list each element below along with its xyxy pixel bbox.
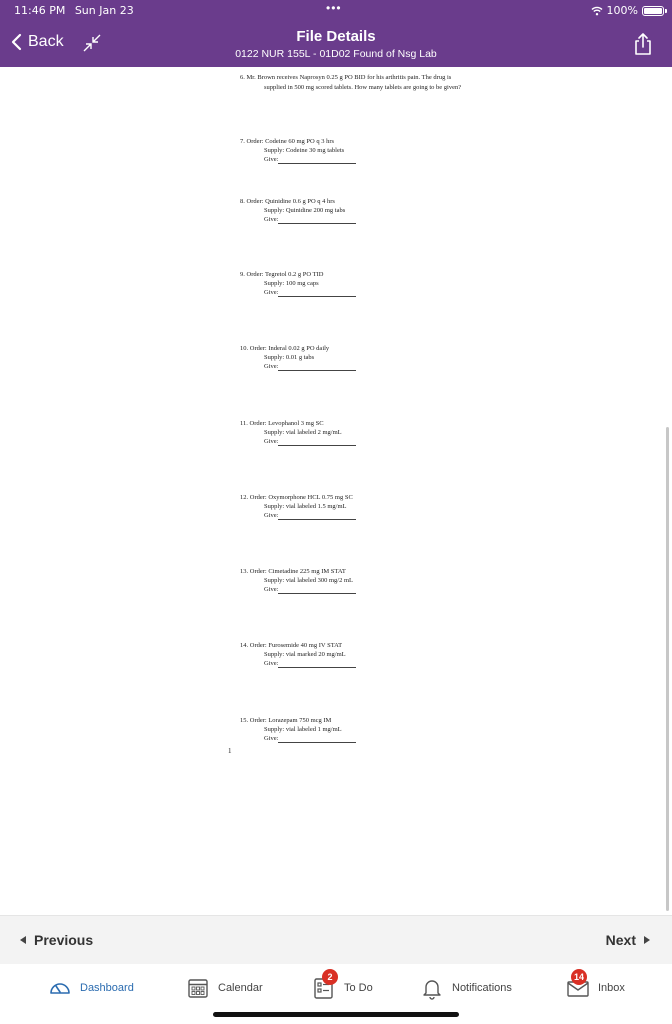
question-supply: Supply: vial marked 20 mg/mL	[264, 651, 346, 658]
status-time: 11:46 PM Sun Jan 23	[14, 4, 134, 17]
question-order: 9. Order: Tegretol 0.2 g PO TID	[240, 271, 324, 278]
answer-blank	[278, 513, 357, 520]
question-10: 10. Order: Inderal 0.02 g PO daily Suppl…	[240, 344, 357, 371]
question-give: Give:	[264, 512, 279, 519]
previous-button[interactable]: Previous	[20, 932, 93, 948]
question-give: Give:	[264, 363, 279, 370]
question-give: Give:	[264, 438, 279, 445]
question-15: 15. Order: Lorazepam 750 mcg IM Supply: …	[240, 716, 357, 743]
caret-left-icon	[20, 936, 26, 944]
previous-label: Previous	[34, 932, 94, 948]
question-13: 13. Order: Cimetadine 225 mg IM STAT Sup…	[240, 567, 357, 594]
multitasking-dots-icon[interactable]: •••	[326, 1, 342, 15]
answer-blank	[278, 290, 357, 297]
share-icon[interactable]	[632, 32, 654, 56]
question-order: 10. Order: Inderal 0.02 g PO daily	[240, 345, 330, 352]
tab-todo[interactable]: To Do 2	[312, 969, 373, 1000]
question-give: Give:	[264, 289, 279, 296]
question-order: 15. Order: Lorazepam 750 mcg IM	[240, 717, 332, 724]
tab-label: To Do	[344, 982, 373, 994]
status-indicators: 100%	[591, 4, 667, 17]
status-clock: 11:46 PM	[14, 4, 66, 17]
dashboard-gauge-icon	[50, 983, 70, 994]
question-supply: Supply: vial labeled 1 mg/mL	[264, 726, 342, 733]
question-supply: Supply: vial labeled 1.5 mg/mL	[264, 503, 347, 510]
question-supply: Supply: Codeine 30 mg tablets	[264, 147, 345, 154]
answer-blank	[278, 736, 357, 743]
question-11: 11. Order: Levophanol 3 mg SC Supply: vi…	[240, 419, 357, 446]
question-12: 12. Order: Oxymorphone HCL 0.75 mg SC Su…	[240, 493, 357, 520]
question-order: 12. Order: Oxymorphone HCL 0.75 mg SC	[240, 494, 353, 501]
answer-blank	[278, 587, 357, 594]
question-order: 14. Order: Furosemide 40 mg IV STAT	[240, 642, 343, 649]
question-7: 7. Order: Codeine 60 mg PO q 3 hrs Suppl…	[240, 137, 357, 164]
top-app-bar: 11:46 PM Sun Jan 23 ••• 100% Back File D…	[0, 0, 672, 67]
question-order: 11. Order: Levophanol 3 mg SC	[240, 420, 324, 427]
tab-inbox[interactable]: Inbox 14	[566, 969, 625, 1000]
question-supply: Supply: 0.01 g tabs	[264, 354, 315, 361]
question-order: 7. Order: Codeine 60 mg PO q 3 hrs	[240, 138, 335, 145]
page-title: File Details	[296, 28, 376, 45]
title-block: File Details 0122 NUR 155L - 01D02 Found…	[0, 28, 672, 60]
document-viewer[interactable]: 6. Mr. Brown receives Naprosyn 0.25 g PO…	[0, 67, 672, 915]
question-8: 8. Order: Quinidine 0.6 g PO q 4 hrs Sup…	[240, 197, 357, 224]
tab-label: Dashboard	[80, 982, 134, 994]
question-6: 6. Mr. Brown receives Naprosyn 0.25 g PO…	[240, 73, 540, 93]
question-supply: Supply: Quinidine 200 mg tabs	[264, 207, 346, 214]
tab-calendar[interactable]: Calendar	[186, 976, 263, 1000]
battery-icon	[642, 5, 667, 16]
todo-badge: 2	[322, 969, 338, 985]
caret-right-icon	[644, 936, 650, 944]
question-14: 14. Order: Furosemide 40 mg IV STAT Supp…	[240, 641, 357, 668]
wifi-icon	[591, 6, 603, 15]
next-button[interactable]: Next	[606, 932, 650, 948]
status-date: Sun Jan 23	[74, 4, 134, 17]
question-order: 13. Order: Cimetadine 225 mg IM STAT	[240, 568, 346, 575]
tab-label: Inbox	[598, 982, 625, 994]
home-indicator[interactable]	[213, 1012, 459, 1017]
tab-label: Notifications	[452, 982, 512, 994]
question-give: Give:	[264, 216, 279, 223]
battery-percent: 100%	[606, 4, 638, 17]
bell-icon	[423, 980, 441, 1000]
question-9: 9. Order: Tegretol 0.2 g PO TID Supply: …	[240, 270, 357, 297]
question-give: Give:	[264, 586, 279, 593]
question-supply: Supply: vial labeled 300 mg/2 mL	[264, 577, 354, 584]
tab-dashboard[interactable]: Dashboard	[48, 976, 134, 1000]
question-give: Give:	[264, 156, 279, 163]
tab-notifications[interactable]: Notifications	[420, 976, 512, 1000]
course-subtitle: 0122 NUR 155L - 01D02 Found of Nsg Lab	[235, 48, 437, 60]
document-scrollbar[interactable]	[666, 427, 669, 911]
answer-blank	[278, 439, 357, 446]
inbox-badge: 14	[571, 969, 588, 985]
question-order: 8. Order: Quinidine 0.6 g PO q 4 hrs	[240, 198, 335, 205]
question-give: Give:	[264, 660, 279, 667]
q6-line-2: supplied in 500 mg scored tablets. How m…	[264, 84, 462, 91]
answer-blank	[278, 217, 357, 224]
calendar-icon	[188, 979, 208, 998]
question-give: Give:	[264, 735, 279, 742]
question-supply: Supply: 100 mg caps	[264, 280, 319, 287]
question-supply: Supply: vial labeled 2 mg/mL	[264, 429, 342, 436]
tab-label: Calendar	[218, 982, 263, 994]
pager-bar: Previous Next	[0, 915, 672, 964]
answer-blank	[278, 157, 357, 164]
answer-blank	[278, 364, 357, 371]
answer-blank	[278, 661, 357, 668]
page-number: 1	[228, 747, 232, 755]
q6-line-1: 6. Mr. Brown receives Naprosyn 0.25 g PO…	[240, 74, 452, 81]
next-label: Next	[605, 932, 636, 948]
